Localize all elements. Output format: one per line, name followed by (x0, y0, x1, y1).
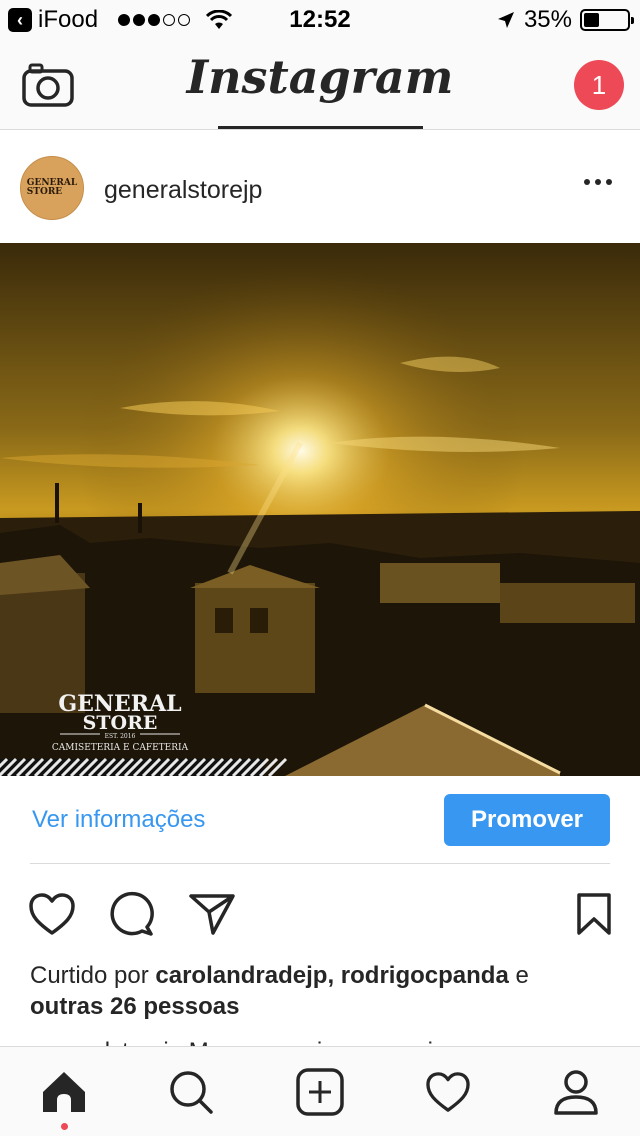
liked-by-users[interactable]: carolandradejp, rodrigocpanda (155, 962, 508, 989)
profile-icon (554, 1070, 598, 1115)
promotion-row: Ver informações Promover (0, 776, 640, 864)
notification-badge[interactable]: 1 (574, 60, 624, 110)
comment-icon (110, 891, 154, 936)
tab-profile[interactable] (551, 1067, 601, 1117)
share-button[interactable] (188, 890, 236, 938)
likes-others[interactable]: outras 26 pessoas (30, 993, 239, 1020)
status-bar: ‹ iFood 12:52 35% (0, 0, 640, 40)
tab-search[interactable] (166, 1067, 216, 1117)
post-username[interactable]: generalstorejp (104, 176, 262, 205)
tab-activity[interactable] (423, 1067, 473, 1117)
battery-percent: 35% (523, 6, 572, 33)
tab-add[interactable] (295, 1067, 345, 1117)
watermark-line2: STORE (83, 712, 158, 734)
battery-icon (580, 9, 634, 31)
home-active-dot (61, 1123, 68, 1130)
caption-text: generalstorejp Marque aqui o seu amigo o… (30, 1036, 630, 1046)
likes-text: Curtido por carolandradejp, rodrigocpand… (30, 960, 620, 1022)
more-icon[interactable] (584, 179, 612, 185)
search-icon (170, 1071, 213, 1114)
logo-underline (218, 126, 423, 129)
likes-prefix: Curtido por (30, 962, 156, 989)
save-button[interactable] (570, 890, 618, 938)
caption: generalstorejp Marque aqui o seu amigo o… (30, 1032, 630, 1046)
avatar-logo-text: GENERAL STORE (26, 178, 78, 197)
instagram-logo[interactable]: Instagram (0, 50, 640, 104)
watermark-tagline: CAMISETERIA E CAFETERIA (52, 743, 189, 753)
comment-button[interactable] (108, 890, 156, 938)
likes-middle: e (508, 962, 529, 989)
post-actions (0, 864, 640, 960)
add-icon (296, 1068, 344, 1116)
like-button[interactable] (28, 890, 76, 938)
avatar[interactable]: GENERAL STORE (20, 156, 84, 220)
tab-home[interactable] (39, 1067, 89, 1117)
tab-bar (0, 1046, 640, 1136)
watermark-est: EST. 2016 (105, 733, 136, 740)
post-image[interactable]: GENERAL STORE EST. 2016 CAMISETERIA E CA… (0, 243, 640, 776)
view-insights-link[interactable]: Ver informações (32, 806, 205, 834)
app-header: Instagram 1 (0, 40, 640, 130)
bookmark-icon (577, 893, 611, 935)
promote-button[interactable]: Promover (444, 794, 610, 846)
paper-plane-icon (189, 894, 235, 935)
home-icon (43, 1072, 85, 1112)
heart-icon (426, 1072, 470, 1112)
location-arrow-icon (497, 12, 514, 28)
heart-icon (29, 893, 75, 935)
post-header: GENERAL STORE generalstorejp (0, 131, 640, 243)
